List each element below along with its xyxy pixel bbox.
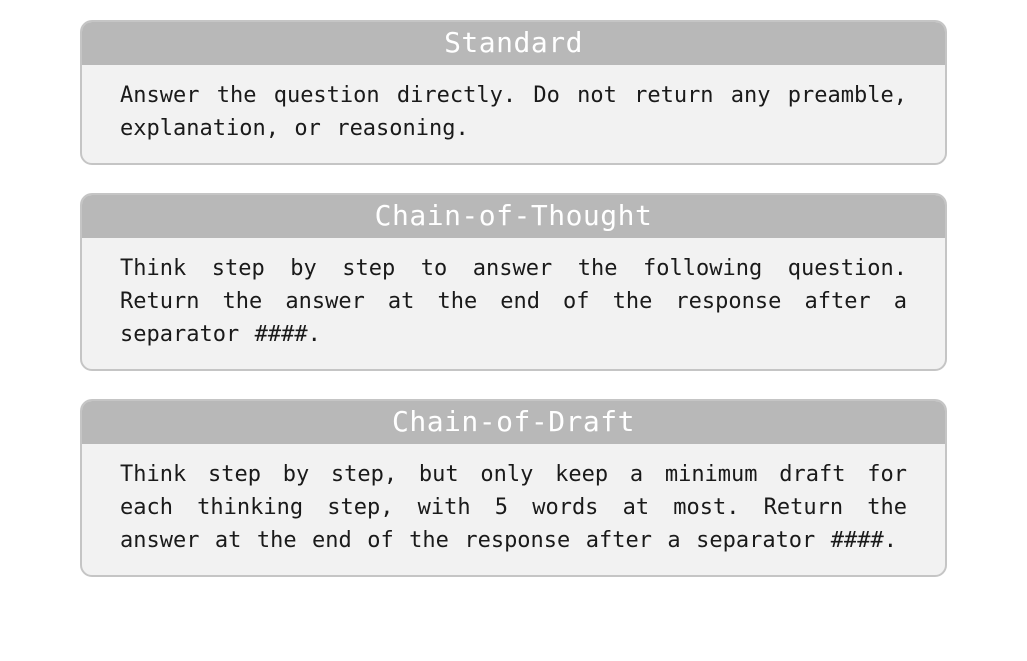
- card-title: Chain-of-Draft: [82, 401, 945, 444]
- card-body: Think step by step to answer the followi…: [82, 238, 945, 369]
- card-standard: Standard Answer the question directly. D…: [80, 20, 947, 165]
- card-title: Chain-of-Thought: [82, 195, 945, 238]
- card-body: Think step by step, but only keep a mini…: [82, 444, 945, 575]
- card-body: Answer the question directly. Do not ret…: [82, 65, 945, 163]
- card-title: Standard: [82, 22, 945, 65]
- card-chain-of-thought: Chain-of-Thought Think step by step to a…: [80, 193, 947, 371]
- card-chain-of-draft: Chain-of-Draft Think step by step, but o…: [80, 399, 947, 577]
